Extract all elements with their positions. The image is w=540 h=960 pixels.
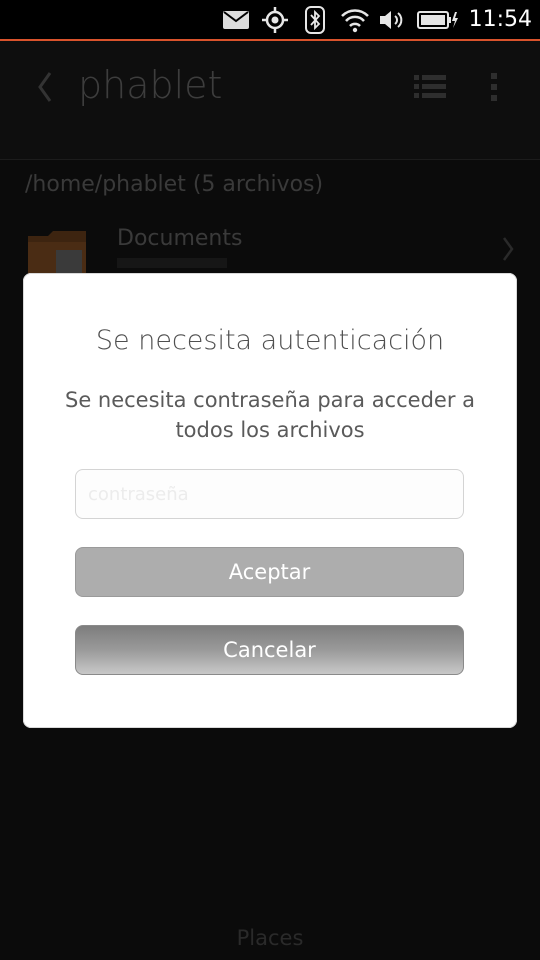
folder-path-label: /home/phablet (5 archivos) [25, 172, 324, 197]
back-chevron-icon[interactable] [30, 67, 60, 107]
folder-name: Documents [117, 226, 243, 251]
mail-icon [222, 6, 250, 34]
dialog-message: Se necesita contraseña para acceder a to… [64, 388, 475, 442]
chevron-right-icon [500, 234, 516, 264]
accept-button[interactable]: Aceptar [75, 547, 464, 597]
page-title: phablet [78, 63, 223, 107]
volume-icon [378, 6, 406, 34]
authentication-dialog: Se necesita autenticación Se necesita co… [23, 273, 517, 728]
password-field[interactable] [75, 469, 464, 519]
location-icon [261, 6, 289, 34]
list-view-icon[interactable] [414, 73, 446, 101]
cancel-button[interactable]: Cancelar [75, 625, 464, 675]
status-bar: 11:54 [0, 0, 540, 41]
wifi-icon [340, 6, 370, 34]
folder-details [117, 258, 227, 268]
app-header: phablet [0, 41, 540, 160]
dialog-title: Se necesita autenticación [95, 325, 445, 356]
list-item[interactable]: Documents [0, 220, 540, 280]
places-label[interactable]: Places [0, 926, 540, 950]
status-time: 11:54 [468, 7, 532, 32]
battery-charging-icon [417, 6, 459, 34]
bluetooth-icon [304, 6, 326, 34]
overflow-menu-icon[interactable] [486, 71, 502, 103]
